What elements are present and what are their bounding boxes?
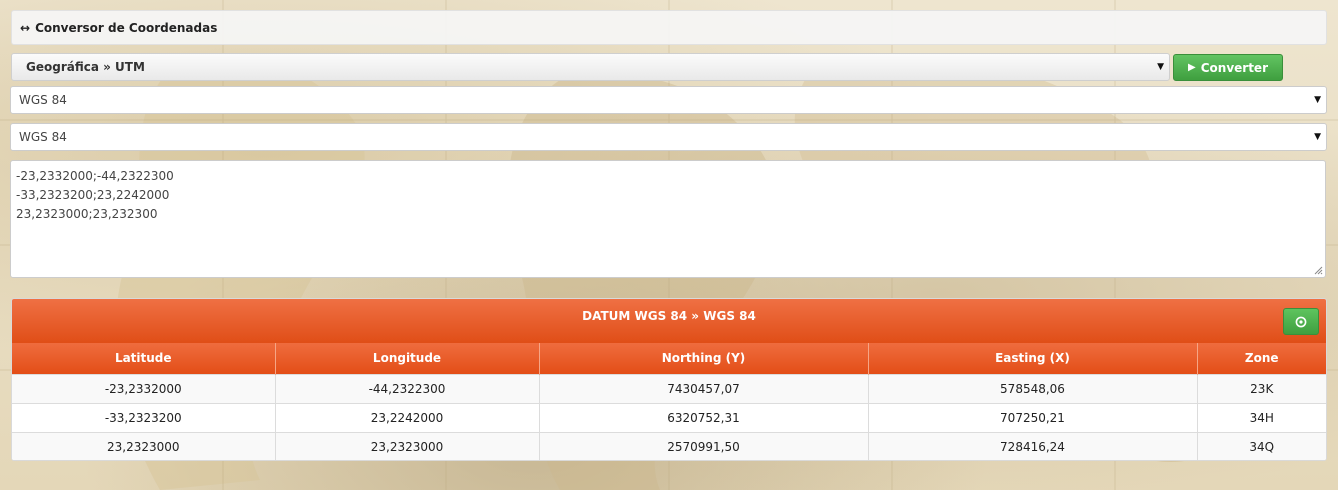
results-header: DATUM WGS 84 » WGS 84 — [12, 299, 1326, 343]
column-header-easting: Easting (X) — [868, 343, 1198, 374]
chevron-down-icon: ▼ — [1314, 95, 1321, 105]
play-icon: ▶ — [1188, 62, 1196, 73]
column-header-zone: Zone — [1197, 343, 1326, 374]
table-row: 23,2323000 23,2323000 2570991,50 728416,… — [12, 431, 1326, 460]
converter-panel-header: ↔ Conversor de Coordenadas — [11, 10, 1327, 45]
cell-easting: 578548,06 — [868, 373, 1198, 403]
column-header-longitude: Longitude — [275, 343, 540, 374]
cell-easting: 728416,24 — [868, 431, 1198, 460]
source-datum-select[interactable]: WGS 84 ▼ — [10, 86, 1327, 114]
cell-northing: 7430457,07 — [539, 373, 869, 403]
left-right-arrow-icon: ↔ — [20, 20, 31, 35]
table-row: -33,2323200 23,2242000 6320752,31 707250… — [12, 402, 1326, 432]
results-panel: DATUM WGS 84 » WGS 84 Latitude Longitude… — [11, 298, 1327, 461]
cell-zone: 34H — [1197, 402, 1326, 432]
cell-longitude: -44,2322300 — [275, 373, 540, 403]
coordinates-textarea[interactable]: -23,2332000;-44,2322300 -33,2323200;23,2… — [10, 160, 1326, 278]
coordinate-line: -33,2323200;23,2242000 — [16, 188, 170, 202]
column-header-latitude: Latitude — [12, 343, 276, 374]
refresh-circle-icon — [1295, 316, 1307, 327]
chevron-down-icon: ▼ — [1314, 132, 1321, 142]
conversion-mode-select[interactable]: Geográfica » UTM ▼ — [11, 53, 1170, 81]
cell-longitude: 23,2323000 — [275, 431, 540, 460]
results-table: Latitude Longitude Northing (Y) Easting … — [12, 343, 1326, 460]
coordinate-line: -23,2332000;-44,2322300 — [16, 169, 174, 183]
cell-zone: 34Q — [1197, 431, 1326, 460]
source-datum-value: WGS 84 — [19, 93, 67, 107]
chevron-down-icon: ▼ — [1157, 62, 1164, 72]
cell-latitude: -23,2332000 — [12, 373, 276, 403]
cell-longitude: 23,2242000 — [275, 402, 540, 432]
coordinate-line: 23,2323000;23,232300 — [16, 207, 158, 221]
results-title: DATUM WGS 84 » WGS 84 — [582, 309, 756, 323]
target-datum-select[interactable]: WGS 84 ▼ — [10, 123, 1327, 151]
convert-button[interactable]: ▶ Converter — [1173, 54, 1283, 81]
conversion-mode-value: Geográfica » UTM — [26, 60, 145, 74]
convert-button-label: Converter — [1200, 60, 1268, 75]
cell-northing: 6320752,31 — [539, 402, 869, 432]
refresh-button[interactable] — [1283, 308, 1319, 335]
resize-grip-icon[interactable] — [1314, 266, 1323, 275]
target-datum-value: WGS 84 — [19, 130, 67, 144]
panel-title: Conversor de Coordenadas — [35, 20, 218, 35]
column-header-northing: Northing (Y) — [539, 343, 869, 374]
table-row: -23,2332000 -44,2322300 7430457,07 57854… — [12, 373, 1326, 403]
cell-easting: 707250,21 — [868, 402, 1198, 432]
cell-zone: 23K — [1197, 373, 1326, 403]
cell-latitude: -33,2323200 — [12, 402, 276, 432]
cell-northing: 2570991,50 — [539, 431, 869, 460]
cell-latitude: 23,2323000 — [12, 431, 276, 460]
